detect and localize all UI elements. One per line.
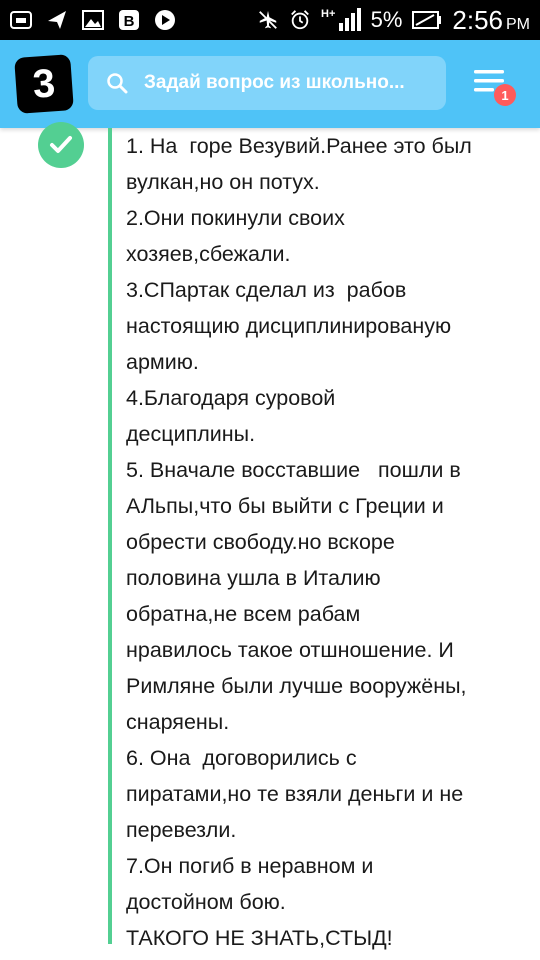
answer-line: 6. Она договорились с	[126, 746, 357, 770]
answer-line: вулкан,но он потух.	[126, 170, 320, 194]
search-placeholder: Задай вопрос из школьно...	[144, 72, 405, 93]
answer-line: ТАКОГО НЕ ЗНАТЬ,СТЫД!	[126, 926, 393, 950]
answer-line: перевезли.	[126, 818, 237, 842]
answer-line: АЛьпы,что бы выйти с Греции и	[126, 494, 444, 518]
status-bar-system: H+ 5% 2:56 PM	[257, 5, 540, 36]
b-app-icon: B	[118, 9, 140, 31]
signal-icon: H+	[321, 8, 361, 31]
answer-line: Римляне были лучше вооружёны,	[126, 674, 467, 698]
battery-icon	[412, 9, 442, 31]
status-bar: B H+ 5% 2:56 PM	[0, 0, 540, 40]
menu-button[interactable]: 1	[472, 66, 516, 106]
app-icon	[10, 9, 32, 31]
clock-time: 2:56	[452, 4, 503, 35]
answer-line: хозяев,сбежали.	[126, 242, 291, 266]
answer-line: обратна,не всем рабам	[126, 602, 361, 626]
alarm-icon	[289, 9, 311, 31]
answer-line: достойном бою.	[126, 890, 286, 914]
image-icon	[82, 9, 104, 31]
search-icon	[106, 72, 128, 94]
answer-line: 4.Благодаря суровой	[126, 386, 336, 410]
app-logo[interactable]: 3	[14, 54, 74, 114]
answer-line: 2.Они покинули своих	[126, 206, 345, 230]
answer-line: 3.СПартак сделал из рабов	[126, 278, 407, 302]
battery-percent: 5%	[370, 7, 403, 32]
answer-line: нравилось такое отшношение. И	[126, 638, 454, 662]
answer-content: 1. На горе Везувий.Ранее это был вулкан,н…	[0, 122, 540, 960]
answer-line: 1. На горе Везувий.Ранее это был	[126, 134, 472, 158]
signal-type-label: H+	[321, 8, 335, 20]
answer-text: 1. На горе Везувий.Ранее это был вулкан,н…	[126, 128, 526, 956]
airplane-mode-off-icon	[257, 9, 279, 31]
answer-line: настоящию дисциплинированую	[126, 314, 452, 338]
answer-line: 5. Вначале восставшие пошли в	[126, 458, 461, 482]
notification-badge: 1	[494, 84, 516, 106]
logo-text: 3	[31, 60, 57, 107]
answer-line: пиратами,но те взяли деньги и не	[126, 782, 464, 806]
clock: 2:56 PM	[452, 5, 530, 36]
send-icon	[46, 9, 68, 31]
answer-line: обрести свободу.но вскоре	[126, 530, 395, 554]
app-header: 3 Задай вопрос из школьно... 1	[0, 40, 540, 128]
answer-line: десциплины.	[126, 422, 256, 446]
clock-ampm: PM	[506, 15, 530, 33]
answer-line: половина ушла в Италию	[126, 566, 381, 590]
answer-line: армию.	[126, 350, 199, 374]
search-input[interactable]: Задай вопрос из школьно...	[88, 56, 446, 110]
answer-line: снаряены.	[126, 710, 230, 734]
svg-text:B: B	[124, 13, 135, 30]
best-answer-check-icon	[38, 122, 84, 168]
status-bar-notifications: B	[0, 9, 176, 31]
play-icon	[154, 9, 176, 31]
answer-line: 7.Он погиб в неравном и	[126, 854, 374, 878]
answer-accent-line	[108, 128, 112, 944]
